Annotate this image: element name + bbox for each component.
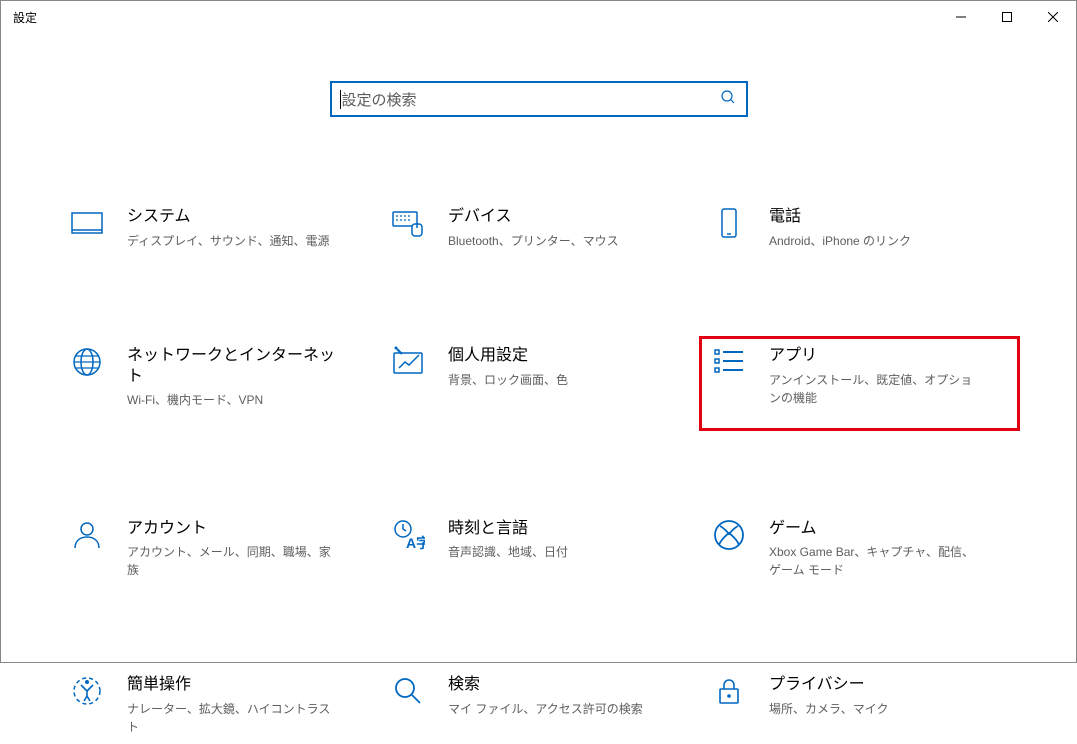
minimize-button[interactable]: [938, 1, 984, 33]
category-desc: 音声認識、地域、日付: [448, 543, 568, 561]
category-desc: マイ ファイル、アクセス許可の検索: [448, 700, 643, 718]
category-system[interactable]: システム ディスプレイ、サウンド、通知、電源: [57, 197, 378, 258]
category-apps[interactable]: アプリ アンインストール、既定値、オプションの機能: [699, 336, 1020, 431]
category-phone[interactable]: 電話 Android、iPhone のリンク: [699, 197, 1020, 258]
person-icon: [69, 517, 105, 553]
category-ease-of-access[interactable]: 簡単操作 ナレーター、拡大鏡、ハイコントラスト: [57, 665, 378, 744]
window-controls: [938, 1, 1076, 33]
category-devices[interactable]: デバイス Bluetooth、プリンター、マウス: [378, 197, 699, 258]
apps-list-icon: [711, 344, 747, 380]
category-title: 電話: [769, 207, 911, 228]
keyboard-icon: [390, 205, 426, 241]
search-placeholder: 設定の検索: [342, 89, 417, 110]
category-accounts[interactable]: アカウント アカウント、メール、同期、職場、家族: [57, 509, 378, 588]
category-desc: Xbox Game Bar、キャプチャ、配信、ゲーム モード: [769, 543, 979, 579]
category-desc: 背景、ロック画面、色: [448, 371, 568, 389]
svg-text:A字: A字: [406, 535, 425, 551]
time-language-icon: A字: [390, 517, 426, 553]
category-title: 検索: [448, 675, 643, 696]
category-grid: システム ディスプレイ、サウンド、通知、電源 デバイス Bluetooth、プリ…: [41, 197, 1036, 744]
category-title: 個人用設定: [448, 346, 568, 367]
category-personalization[interactable]: 個人用設定 背景、ロック画面、色: [378, 336, 699, 431]
category-desc: ディスプレイ、サウンド、通知、電源: [127, 232, 329, 250]
category-title: ネットワークとインターネット: [127, 346, 337, 388]
globe-icon: [69, 344, 105, 380]
display-icon: [69, 205, 105, 241]
category-privacy[interactable]: プライバシー 場所、カメラ、マイク: [699, 665, 1020, 744]
category-desc: ナレーター、拡大鏡、ハイコントラスト: [127, 700, 337, 736]
category-desc: Android、iPhone のリンク: [769, 232, 911, 250]
category-desc: アンインストール、既定値、オプションの機能: [769, 371, 979, 407]
category-title: デバイス: [448, 207, 619, 228]
window-title: 設定: [13, 9, 37, 26]
magnifier-icon: [390, 673, 426, 709]
search-icon: [720, 89, 736, 109]
paint-icon: [390, 344, 426, 380]
category-desc: Bluetooth、プリンター、マウス: [448, 232, 619, 250]
category-desc: Wi-Fi、機内モード、VPN: [127, 391, 337, 409]
category-title: ゲーム: [769, 519, 979, 540]
ease-of-access-icon: [69, 673, 105, 709]
xbox-icon: [711, 517, 747, 553]
close-button[interactable]: [1030, 1, 1076, 33]
category-title: アプリ: [769, 346, 979, 367]
category-title: プライバシー: [769, 675, 889, 696]
search-input[interactable]: 設定の検索: [330, 81, 748, 117]
titlebar: 設定: [1, 1, 1076, 33]
category-time-language[interactable]: A字 時刻と言語 音声認識、地域、日付: [378, 509, 699, 588]
category-title: 簡単操作: [127, 675, 337, 696]
category-desc: アカウント、メール、同期、職場、家族: [127, 543, 337, 579]
maximize-button[interactable]: [984, 1, 1030, 33]
category-search[interactable]: 検索 マイ ファイル、アクセス許可の検索: [378, 665, 699, 744]
category-network[interactable]: ネットワークとインターネット Wi-Fi、機内モード、VPN: [57, 336, 378, 431]
category-title: システム: [127, 207, 329, 228]
category-title: 時刻と言語: [448, 519, 568, 540]
lock-icon: [711, 673, 747, 709]
category-desc: 場所、カメラ、マイク: [769, 700, 889, 718]
category-title: アカウント: [127, 519, 337, 540]
phone-icon: [711, 205, 747, 241]
category-gaming[interactable]: ゲーム Xbox Game Bar、キャプチャ、配信、ゲーム モード: [699, 509, 1020, 588]
